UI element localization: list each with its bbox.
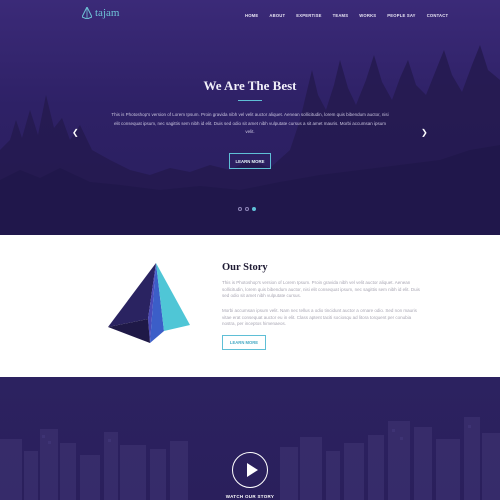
hero-divider [238,100,262,101]
slider-dot-1[interactable] [238,207,242,211]
play-icon [247,463,258,477]
hero-slider: tajam HOME ABOUT EXPERTISE TEAMS WORKS P… [0,0,500,235]
hero-title: We Are The Best [203,78,297,93]
top-navigation: tajam HOME ABOUT EXPERTISE TEAMS WORKS P… [0,0,500,30]
story-paragraph-1: This is Photoshop's version of Lorem Ips… [222,280,420,299]
hero-learn-more-button[interactable]: LEARN MORE [229,153,271,169]
story-paragraph-2: Morbi accumsan ipsum velit. Nam nec tell… [222,308,417,327]
nav-item-home[interactable]: HOME [245,13,258,18]
hero-description: This is Photoshop's version of Lorem Ips… [111,112,389,134]
main-menu: HOME ABOUT EXPERTISE TEAMS WORKS PEOPLE … [245,13,459,18]
logo-icon [82,7,92,19]
watch-story-section: WATCH OUR STORY [0,377,500,500]
story-learn-more-button[interactable]: LEARN MORE [222,335,266,350]
nav-item-people-say[interactable]: PEOPLE SAY [387,13,415,18]
nav-item-contact[interactable]: CONTACT [427,13,449,18]
slider-dot-3[interactable] [252,207,256,211]
story-title: Our Story [222,262,268,273]
nav-item-about[interactable]: ABOUT [269,13,285,18]
brand-name: tajam [95,7,120,19]
watch-story-label: WATCH OUR STORY [225,494,275,499]
nav-item-teams[interactable]: TEAMS [333,13,349,18]
play-button[interactable] [232,452,268,488]
brand-logo[interactable]: tajam [82,7,119,19]
chevron-right-icon[interactable]: ❯ [421,129,428,137]
nav-item-works[interactable]: WORKS [359,13,376,18]
our-story-section: Our Story This is Photoshop's version of… [0,235,500,377]
chevron-left-icon[interactable]: ❮ [72,129,79,137]
slider-dot-2[interactable] [245,207,249,211]
pyramid-icon [108,263,190,343]
slider-pagination [238,207,256,211]
nav-item-expertise[interactable]: EXPERTISE [296,13,321,18]
